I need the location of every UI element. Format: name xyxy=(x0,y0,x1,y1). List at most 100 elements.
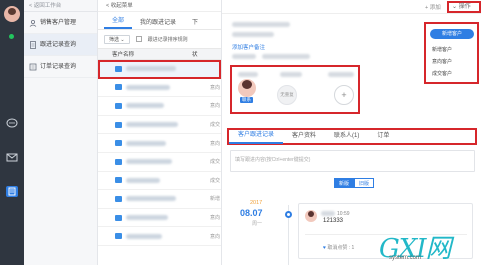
back-to-workbench-link[interactable]: < 返回工作台 xyxy=(24,0,97,12)
author-name-redacted xyxy=(321,211,335,216)
tab-contacts[interactable]: 联系人(1) xyxy=(325,130,368,143)
table-row[interactable]: 意向 xyxy=(98,134,221,153)
menu-item-intent-customer[interactable]: 意向客户 xyxy=(432,58,452,65)
customer-subtitle-redacted xyxy=(232,32,274,37)
tab-all[interactable]: 全部 xyxy=(104,15,133,29)
customer-name-redacted xyxy=(126,177,160,183)
operate-button[interactable]: ⌄ 操作 xyxy=(447,1,481,13)
customer-name-redacted xyxy=(126,159,172,165)
folder-icon xyxy=(115,214,122,221)
contact-tag: 联系 xyxy=(240,97,253,103)
table-row[interactable]: 成交 xyxy=(98,153,221,172)
version-toggle: 新版 旧版 xyxy=(334,178,375,188)
note-placeholder: 填写跟进内容(按Ctrl+enter键提交) xyxy=(235,157,311,163)
tab-my-records[interactable]: 我的跟进记录 xyxy=(132,17,184,29)
tab-more[interactable]: 下 xyxy=(184,17,206,29)
sidebar-item-label: 订单记录查询 xyxy=(40,64,77,70)
menu-item-closed-customer[interactable]: 成交客户 xyxy=(432,70,452,77)
phone-label-redacted xyxy=(232,54,256,59)
new-version-button[interactable]: 新版 xyxy=(334,178,355,188)
folder-icon xyxy=(115,140,122,147)
operate-dropdown-menu: 新增客户 新增客户 意向客户 成交客户 xyxy=(424,22,479,84)
customer-name-redacted xyxy=(126,122,178,128)
tab-orders[interactable]: 订单 xyxy=(368,130,398,143)
sidebar-item-label: 跟进记录查询 xyxy=(40,42,77,48)
crm-icon[interactable] xyxy=(6,186,18,197)
timeline-weekday: 周一 xyxy=(252,221,263,227)
table-row[interactable]: 意向 xyxy=(98,227,221,246)
customer-name-redacted xyxy=(126,66,176,72)
table-row[interactable]: 新增 xyxy=(98,190,221,209)
record-time: 10:59 xyxy=(337,211,350,217)
detail-header: + 添加 ⌄ 操作 xyxy=(222,0,481,14)
old-version-button[interactable]: 旧版 xyxy=(354,178,375,188)
add-button[interactable]: + 添加 xyxy=(425,3,441,11)
customer-name-redacted xyxy=(126,103,164,109)
author-avatar xyxy=(305,210,317,222)
folder-icon xyxy=(115,233,122,240)
collapse-menu-button[interactable]: < 收起菜单 xyxy=(98,0,221,12)
no-duplicate-badge: 无重复 xyxy=(277,85,297,105)
customers-icon xyxy=(29,19,37,27)
add-note-link[interactable]: 添加客户备注 xyxy=(232,43,265,51)
table-row[interactable]: 成交 xyxy=(98,116,221,135)
sidebar-item-orders[interactable]: 订单记录查询 xyxy=(24,56,97,78)
table-row[interactable]: 意向 xyxy=(98,97,221,116)
tab-followup-records[interactable]: 客户跟进记录 xyxy=(229,129,284,144)
column-customer-name: 客户名称 xyxy=(112,52,135,58)
unlike-button[interactable]: ♥ 取消点赞 : 1 xyxy=(323,244,354,251)
operate-label: 操作 xyxy=(458,4,471,10)
online-status-dot xyxy=(9,34,14,39)
folder-icon xyxy=(115,177,122,184)
new-customer-button[interactable]: 新增客户 xyxy=(430,29,474,39)
record-content: 121333 xyxy=(323,218,344,224)
chevron-down-icon: ⌄ xyxy=(452,4,459,10)
filter-select[interactable]: 筛选 ⌄ xyxy=(104,34,130,44)
sidebar-item-followup[interactable]: 跟进记录查询 xyxy=(24,34,97,56)
timeline-dot xyxy=(285,211,292,218)
app-rail xyxy=(0,0,24,265)
detail-tabs: 客户跟进记录 客户资料 联系人(1) 订单 xyxy=(227,128,477,145)
add-contact-button[interactable]: + xyxy=(334,85,354,105)
folder-icon xyxy=(115,121,122,128)
customer-name-redacted xyxy=(126,196,176,202)
column-status: 状 xyxy=(192,52,198,58)
sidebar: < 返回工作台 销售客户管理 跟进记录查询 订单记录查询 xyxy=(24,0,98,265)
sidebar-item-label: 销售客户管理 xyxy=(40,20,77,26)
folder-icon xyxy=(115,84,122,91)
contact-name-redacted xyxy=(328,72,354,77)
mail-icon[interactable] xyxy=(6,152,18,163)
customer-title-redacted xyxy=(232,22,290,27)
table-row[interactable]: 意向 xyxy=(98,79,221,98)
folder-icon xyxy=(115,158,122,165)
contact-name-redacted xyxy=(280,72,302,77)
record-list-panel: < 收起菜单 全部 我的跟进记录 下 筛选 ⌄ 跟进记录排序规则 客户名称 状 … xyxy=(98,0,222,265)
menu-item-new-customer[interactable]: 新增客户 xyxy=(432,46,452,53)
timeline-year: 2017 xyxy=(250,200,263,206)
document-icon xyxy=(30,41,36,49)
folder-icon xyxy=(115,65,122,72)
table-row[interactable]: 意向 xyxy=(98,209,221,228)
user-avatar[interactable] xyxy=(4,6,20,22)
sort-rule-checkbox[interactable] xyxy=(135,36,142,42)
contact-name-redacted xyxy=(238,72,258,77)
sidebar-item-customers[interactable]: 销售客户管理 xyxy=(24,12,97,34)
site-watermark: GXI网 system.com xyxy=(379,228,479,264)
phone-value-redacted xyxy=(262,54,310,59)
list-icon xyxy=(29,63,37,71)
contact-avatar[interactable] xyxy=(238,79,256,97)
table-row[interactable]: 成交 xyxy=(98,172,221,191)
like-label: 取消点赞 : 1 xyxy=(327,245,355,251)
chat-icon[interactable] xyxy=(6,118,18,129)
sort-rule-label: 跟进记录排序规则 xyxy=(147,36,188,43)
followup-note-input[interactable]: 填写跟进内容(按Ctrl+enter键提交) xyxy=(230,150,475,172)
list-tabs: 全部 我的跟进记录 下 xyxy=(98,12,221,30)
watermark-domain: system.com xyxy=(389,255,422,261)
table-row[interactable] xyxy=(98,60,221,79)
customer-name-redacted xyxy=(126,84,170,90)
contacts-row: 联系 无重复 + xyxy=(230,65,360,114)
folder-icon xyxy=(115,102,122,109)
folder-icon xyxy=(115,195,122,202)
tab-customer-info[interactable]: 客户资料 xyxy=(283,130,325,143)
customer-name-redacted xyxy=(126,233,162,239)
